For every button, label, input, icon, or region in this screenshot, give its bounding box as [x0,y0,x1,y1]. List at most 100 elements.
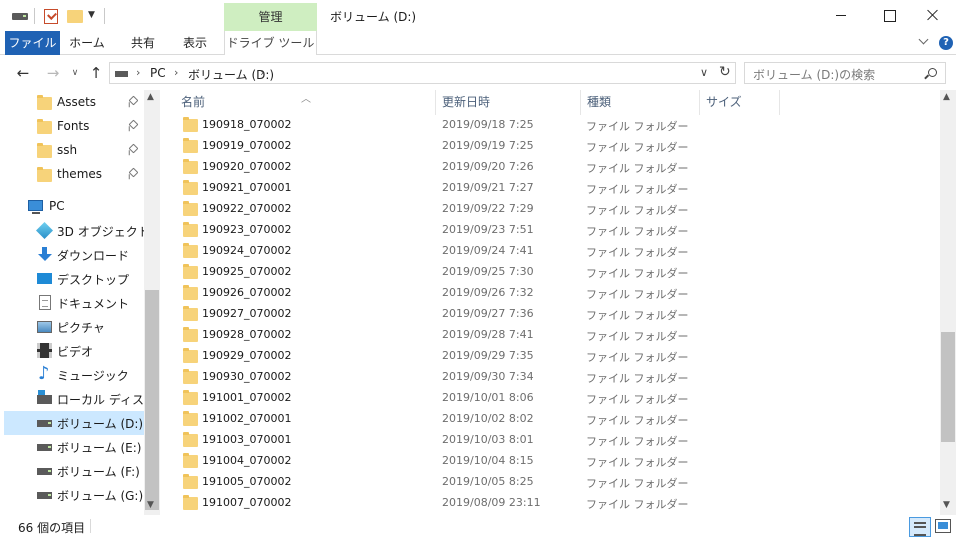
tab-share[interactable]: 共有 [118,31,168,55]
folder-icon [37,119,52,134]
desktop-icon [37,273,52,284]
details-view-icon[interactable] [909,517,931,537]
nav-item-volume-d[interactable]: ボリューム (D:) [4,411,144,435]
pictures-icon [37,321,52,333]
scroll-down-icon[interactable]: ▼ [147,500,154,510]
file-name: 191004_070002 [202,454,292,467]
column-header-date[interactable]: 更新日時 [436,90,581,115]
help-icon[interactable]: ? [939,36,953,50]
close-button[interactable] [910,0,956,31]
nav-item-pictures[interactable]: ピクチャ [4,315,144,339]
tab-file[interactable]: ファイル [5,31,60,55]
nav-item-desktop[interactable]: デスクトップ [4,267,144,291]
file-type: ファイル フォルダー [586,330,689,343]
chevron-right-icon[interactable]: › [260,66,264,79]
nav-item-music[interactable]: ミュージック [4,363,144,387]
column-header-name[interactable]: 名前 ︿ [160,90,436,115]
maximize-button[interactable] [866,0,912,31]
nav-item-documents[interactable]: ドキュメント [4,291,144,315]
search-icon[interactable] [928,68,937,77]
nav-label: ボリューム (F:) [57,465,140,479]
column-header-size[interactable]: サイズ [700,90,780,115]
forward-arrow-icon[interactable]: → [44,64,62,82]
refresh-icon[interactable]: ↻ [719,64,731,80]
nav-item-downloads[interactable]: ダウンロード [4,243,144,267]
tab-view[interactable]: 表示 [172,31,218,55]
drive-icon [115,71,128,77]
scroll-down-icon[interactable]: ▼ [943,500,950,510]
new-folder-icon[interactable] [67,10,83,23]
nav-item-3d-objects[interactable]: 3D オブジェクト [4,219,145,243]
drive-icon[interactable] [12,13,28,20]
chevron-down-icon[interactable]: ∨ [700,66,708,79]
table-row[interactable]: 190924_070002 2019/09/24 7:41 ファイル フォルダー [160,241,920,262]
table-row[interactable]: 190925_070002 2019/09/25 7:30 ファイル フォルダー [160,262,920,283]
navigation-pane: Assets Fonts ssh themes PC 3D オブジェクト ダウン… [0,90,160,515]
search-input[interactable]: ボリューム (D:)の検索 [744,62,946,84]
folder-icon [183,117,198,132]
file-name: 191007_070002 [202,496,292,509]
properties-icon[interactable] [44,9,58,24]
nav-item-fonts[interactable]: Fonts [4,115,144,139]
table-row[interactable]: 190922_070002 2019/09/22 7:29 ファイル フォルダー [160,199,920,220]
column-header-type[interactable]: 種類 [581,90,700,115]
table-row[interactable]: 191002_070001 2019/10/02 8:02 ファイル フォルダー [160,409,920,430]
table-row[interactable]: 191001_070002 2019/10/01 8:06 ファイル フォルダー [160,388,920,409]
nav-item-ssh[interactable]: ssh [4,139,144,163]
large-icons-view-icon[interactable] [935,519,951,533]
nav-item-themes[interactable]: themes [4,163,144,187]
file-name: 190920_070002 [202,160,292,173]
table-row[interactable]: 190921_070001 2019/09/21 7:27 ファイル フォルダー [160,178,920,199]
customize-toolbar-icon[interactable]: ▼ [88,10,95,20]
nav-item-pc[interactable]: PC [4,195,144,219]
table-row[interactable]: 191007_070002 2019/08/09 23:11 ファイル フォルダー [160,493,920,514]
file-date: 2019/09/21 7:27 [442,181,534,194]
breadcrumb-pc[interactable]: PC [150,66,166,80]
table-row[interactable]: 190929_070002 2019/09/29 7:35 ファイル フォルダー [160,346,920,367]
nav-label: デスクトップ [57,273,130,287]
table-row[interactable]: 190920_070002 2019/09/20 7:26 ファイル フォルダー [160,157,920,178]
search-placeholder: ボリューム (D:)の検索 [753,68,876,82]
tab-home[interactable]: ホーム [62,31,112,55]
nav-item-assets[interactable]: Assets [4,91,144,115]
file-list-scrollbar[interactable]: ▲ ▼ [940,90,956,515]
recent-locations-icon[interactable]: ∨ [66,64,84,82]
scroll-thumb[interactable] [145,290,159,510]
table-row[interactable]: 190923_070002 2019/09/23 7:51 ファイル フォルダー [160,220,920,241]
scroll-up-icon[interactable]: ▲ [943,92,950,102]
file-date: 2019/09/19 7:25 [442,139,534,152]
file-date: 2019/10/03 8:01 [442,433,534,446]
back-arrow-icon[interactable]: ← [14,64,32,82]
file-name: 190923_070002 [202,223,292,236]
chevron-right-icon[interactable]: › [174,66,178,79]
expand-ribbon-icon[interactable] [919,36,929,46]
table-row[interactable]: 191003_070001 2019/10/03 8:01 ファイル フォルダー [160,430,920,451]
nav-item-volume-f[interactable]: ボリューム (F:) [4,459,144,483]
file-date: 2019/10/02 8:02 [442,412,534,425]
file-date: 2019/10/04 8:15 [442,454,534,467]
up-arrow-icon[interactable]: ↑ [87,64,105,82]
table-row[interactable]: 190927_070002 2019/09/27 7:36 ファイル フォルダー [160,304,920,325]
table-row[interactable]: 190930_070002 2019/09/30 7:34 ファイル フォルダー [160,367,920,388]
table-row[interactable]: 191005_070002 2019/10/05 8:25 ファイル フォルダー [160,472,920,493]
table-row[interactable]: 190919_070002 2019/09/19 7:25 ファイル フォルダー [160,136,920,157]
nav-item-videos[interactable]: ビデオ [4,339,144,363]
minimize-button[interactable] [818,0,864,31]
file-name: 190928_070002 [202,328,292,341]
table-row[interactable]: 191004_070002 2019/10/04 8:15 ファイル フォルダー [160,451,920,472]
file-name: 190919_070002 [202,139,292,152]
tab-drive-tools[interactable]: ドライブ ツール [224,31,317,55]
address-bar[interactable]: › PC › ボリューム (D:) › ∨ ↻ [109,62,736,84]
nav-item-volume-g[interactable]: ボリューム (G:) [4,483,144,507]
chevron-right-icon[interactable]: › [136,66,140,79]
folder-icon [183,138,198,153]
table-row[interactable]: 190926_070002 2019/09/26 7:32 ファイル フォルダー [160,283,920,304]
tab-manage[interactable]: 管理 [224,3,317,31]
table-row[interactable]: 190918_070002 2019/09/18 7:25 ファイル フォルダー [160,115,920,136]
table-row[interactable]: 190928_070002 2019/09/28 7:41 ファイル フォルダー [160,325,920,346]
nav-item-local-disk-c[interactable]: ローカル ディスク (C [4,387,145,411]
scroll-thumb[interactable] [941,332,955,442]
nav-scrollbar[interactable]: ▲ ▼ [144,90,160,515]
nav-item-volume-e[interactable]: ボリューム (E:) [4,435,144,459]
scroll-up-icon[interactable]: ▲ [147,92,154,102]
